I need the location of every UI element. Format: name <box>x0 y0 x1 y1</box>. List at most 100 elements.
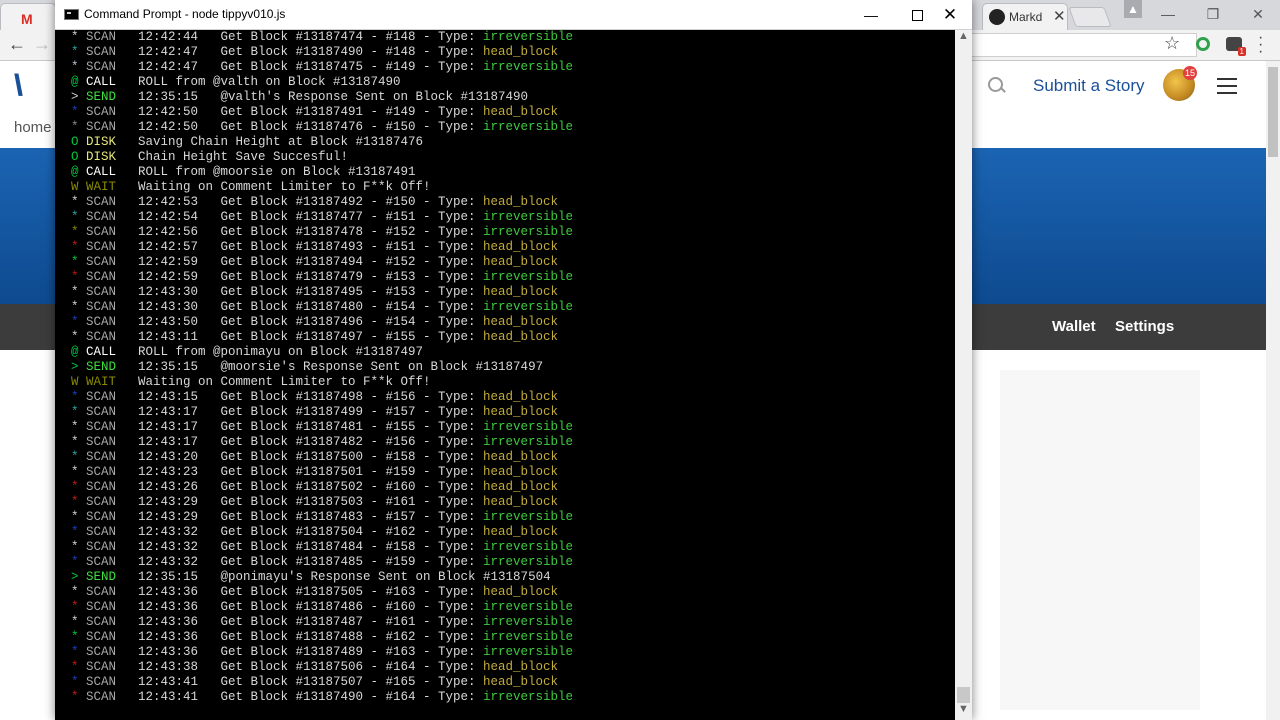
page-scrollbar-thumb[interactable] <box>1268 67 1278 157</box>
log-symbol: > <box>71 90 79 104</box>
log-tag: WAIT <box>86 375 117 389</box>
log-message: 12:42:50 Get Block #13187476 - #150 - Ty… <box>138 120 476 134</box>
log-symbol: * <box>71 690 79 704</box>
log-message: 12:43:11 Get Block #13187497 - #155 - Ty… <box>138 330 476 344</box>
log-tag: SCAN <box>86 120 117 134</box>
console-log-line: @ CALL ROLL from @moorsie on Block #131874… <box>55 165 955 180</box>
console-log-line: * SCAN 12:43:20 Get Block #13187500 - #158… <box>55 450 955 465</box>
submit-story-link[interactable]: Submit a Story <box>1033 76 1145 96</box>
command-prompt-window[interactable]: Command Prompt - node tippyv010.js — ✕ *… <box>55 0 972 720</box>
log-message: 12:43:36 Get Block #13187487 - #161 - Ty… <box>138 615 476 629</box>
breadcrumb-home-link[interactable]: home <box>14 119 52 136</box>
console-log-line: @ CALL ROLL from @ponimayu on Block #13187… <box>55 345 955 360</box>
console-scrollbar-thumb[interactable] <box>957 687 970 703</box>
log-tag: SCAN <box>86 495 117 509</box>
extension-icon[interactable]: 1 <box>1226 37 1246 56</box>
log-block-type: irreversible <box>483 420 574 434</box>
page-scrollbar[interactable] <box>1266 61 1280 720</box>
log-block-type: irreversible <box>483 225 574 239</box>
search-icon[interactable] <box>988 77 1003 92</box>
log-message: 12:42:56 Get Block #13187478 - #152 - Ty… <box>138 225 476 239</box>
log-message: 12:35:15 @moorsie's Response Sent on Blo… <box>138 360 544 374</box>
log-message: ROLL from @moorsie on Block #13187491 <box>138 165 416 179</box>
log-symbol: * <box>71 585 79 599</box>
browser-menu-icon[interactable]: · · · <box>1258 30 1263 60</box>
log-tag: SCAN <box>86 420 117 434</box>
console-log-line: * SCAN 12:43:50 Get Block #13187496 - #154… <box>55 315 955 330</box>
console-log-line: * SCAN 12:43:36 Get Block #13187488 - #162… <box>55 630 955 645</box>
avatar[interactable]: 15 <box>1163 66 1197 101</box>
steem-logo-icon[interactable]: \\\ <box>14 69 48 102</box>
log-message: 12:43:38 Get Block #13187506 - #164 - Ty… <box>138 660 476 674</box>
console-close-button[interactable]: ✕ <box>927 2 973 28</box>
log-tag: SCAN <box>86 675 117 689</box>
log-symbol: * <box>71 30 79 44</box>
extension-green-icon[interactable] <box>1196 37 1210 51</box>
log-tag: SCAN <box>86 210 117 224</box>
log-message: 12:43:32 Get Block #13187484 - #158 - Ty… <box>138 540 476 554</box>
log-message: 12:43:41 Get Block #13187507 - #165 - Ty… <box>138 675 476 689</box>
log-message: ROLL from @ponimayu on Block #13187497 <box>138 345 424 359</box>
log-tag: SCAN <box>86 405 117 419</box>
console-log-line: * SCAN 12:43:36 Get Block #13187489 - #163… <box>55 645 955 660</box>
console-titlebar[interactable]: Command Prompt - node tippyv010.js — ✕ <box>55 0 972 30</box>
command-prompt-icon <box>64 9 79 20</box>
log-tag: SCAN <box>86 615 117 629</box>
gmail-icon: M <box>21 11 33 27</box>
log-tag: SCAN <box>86 195 117 209</box>
nav-wallet-link[interactable]: Wallet <box>1052 318 1096 335</box>
nav-settings-link[interactable]: Settings <box>1115 318 1174 335</box>
console-log-line: * SCAN 12:42:50 Get Block #13187491 - #149… <box>55 105 955 120</box>
console-log-line: * SCAN 12:43:41 Get Block #13187490 - #164… <box>55 690 955 705</box>
browser-close-button[interactable]: ✕ <box>1236 3 1280 25</box>
log-symbol: W <box>71 375 79 389</box>
log-tag: SCAN <box>86 525 117 539</box>
log-message: 12:43:29 Get Block #13187503 - #161 - Ty… <box>138 495 476 509</box>
log-message: 12:42:59 Get Block #13187479 - #153 - Ty… <box>138 270 476 284</box>
log-message: 12:43:15 Get Block #13187498 - #156 - Ty… <box>138 390 476 404</box>
scroll-down-arrow-icon[interactable]: ▼ <box>958 703 969 715</box>
log-tag: SCAN <box>86 600 117 614</box>
log-tag: SCAN <box>86 585 117 599</box>
log-block-type: head_block <box>483 675 559 689</box>
console-scrollbar[interactable]: ▲ ▼ <box>955 30 972 720</box>
console-log-line: * SCAN 12:42:47 Get Block #13187490 - #148… <box>55 45 955 60</box>
profile-icon[interactable]: ▲ <box>1124 0 1142 18</box>
log-symbol: * <box>71 330 79 344</box>
log-tag: SCAN <box>86 45 117 59</box>
console-log-line: * SCAN 12:43:36 Get Block #13187486 - #160… <box>55 600 955 615</box>
tab-gmail[interactable]: M <box>0 3 56 30</box>
forward-arrow-icon[interactable]: → <box>33 34 51 55</box>
log-tag: SCAN <box>86 285 117 299</box>
browser-minimize-button[interactable]: — <box>1146 3 1190 25</box>
log-message: 12:42:53 Get Block #13187492 - #150 - Ty… <box>138 195 476 209</box>
tab-github[interactable]: Markd ✕ <box>982 3 1068 30</box>
log-tag: SCAN <box>86 390 117 404</box>
tab-close-button[interactable]: ✕ <box>1053 7 1066 25</box>
log-block-type: irreversible <box>483 555 574 569</box>
scroll-up-arrow-icon[interactable]: ▲ <box>958 30 969 42</box>
log-tag: SCAN <box>86 660 117 674</box>
console-log-line: * SCAN 12:43:17 Get Block #13187481 - #155… <box>55 420 955 435</box>
log-symbol: * <box>71 195 79 209</box>
log-symbol: * <box>71 630 79 644</box>
log-block-type: irreversible <box>483 30 574 44</box>
console-minimize-button[interactable]: — <box>848 2 894 28</box>
log-symbol: * <box>71 525 79 539</box>
log-message: 12:43:36 Get Block #13187505 - #163 - Ty… <box>138 585 476 599</box>
log-message: Waiting on Comment Limiter to F**k Off! <box>138 180 431 194</box>
log-block-type: head_block <box>483 315 559 329</box>
log-message: 12:42:50 Get Block #13187491 - #149 - Ty… <box>138 105 476 119</box>
console-log-line: * SCAN 12:43:29 Get Block #13187483 - #157… <box>55 510 955 525</box>
log-tag: SCAN <box>86 255 117 269</box>
log-message: 12:35:15 @valth's Response Sent on Block… <box>138 90 529 104</box>
new-tab-button[interactable] <box>1068 7 1112 27</box>
console-output[interactable]: * SCAN 12:42:44 Get Block #13187474 - #148… <box>55 30 955 720</box>
log-block-type: head_block <box>483 495 559 509</box>
log-block-type: irreversible <box>483 60 574 74</box>
bookmark-star-icon[interactable]: ☆ <box>1164 33 1180 54</box>
back-arrow-icon[interactable]: ← <box>8 34 26 55</box>
browser-restore-button[interactable]: ❐ <box>1191 3 1235 25</box>
log-symbol: > <box>71 360 79 374</box>
hamburger-menu-icon[interactable] <box>1217 78 1237 94</box>
